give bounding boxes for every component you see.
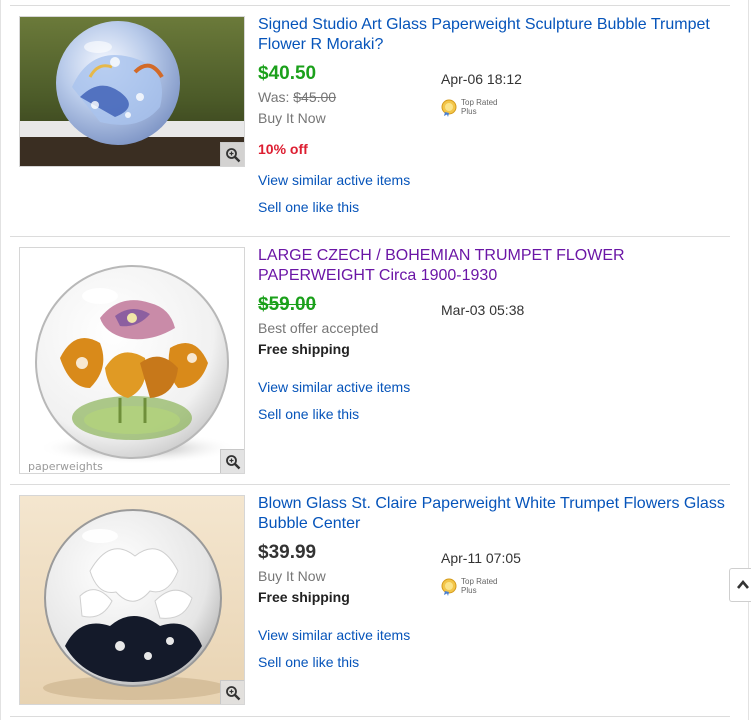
top-rated-seal-icon xyxy=(441,99,457,117)
top-rated-seal-icon xyxy=(441,578,457,596)
buying-format: Buy It Now xyxy=(258,568,326,584)
end-time: Apr-11 07:05 xyxy=(441,550,521,566)
sell-one-link[interactable]: Sell one like this xyxy=(258,653,359,671)
paperweight-photo xyxy=(20,496,244,704)
listing-item-3: Blown Glass St. Claire Paperweight White… xyxy=(0,484,740,720)
listing-title-link[interactable]: Signed Studio Art Glass Paperweight Scul… xyxy=(258,15,728,55)
was-label: Was: xyxy=(258,89,290,105)
listing-thumbnail[interactable]: paperweights xyxy=(19,247,245,474)
zoom-button[interactable] xyxy=(220,142,244,166)
view-similar-link[interactable]: View similar active items xyxy=(258,626,410,644)
shipping-info: Free shipping xyxy=(258,589,350,605)
page-right-border xyxy=(748,0,749,720)
zoom-button[interactable] xyxy=(220,680,244,704)
top-rated-badge: Top Rated Plus xyxy=(441,577,521,597)
chevron-up-icon xyxy=(737,579,749,589)
listing-item-1: Signed Studio Art Glass Paperweight Scul… xyxy=(0,0,740,236)
magnifier-icon xyxy=(226,686,241,701)
sell-one-link[interactable]: Sell one like this xyxy=(258,198,359,216)
separator xyxy=(10,716,730,717)
end-time: Mar-03 05:38 xyxy=(441,302,525,318)
discount-label: 10% off xyxy=(258,141,308,157)
sale-status: Best offer accepted xyxy=(258,320,379,336)
badge-text: Top Rated Plus xyxy=(461,98,498,116)
photo-watermark: paperweights xyxy=(28,460,103,473)
badge-text: Top Rated Plus xyxy=(461,577,498,595)
end-time: Apr-06 18:12 xyxy=(441,71,522,87)
was-price: $45.00 xyxy=(293,89,337,105)
buying-format: Buy It Now xyxy=(258,110,326,126)
magnifier-icon xyxy=(226,455,241,470)
listing-item-2: paperweights LARGE CZECH / BOHEMIAN TRUM… xyxy=(0,236,740,484)
listing-title-link[interactable]: Blown Glass St. Claire Paperweight White… xyxy=(258,494,728,534)
listing-price: $59.00 xyxy=(258,294,317,315)
magnifier-icon xyxy=(226,148,241,163)
shipping-info: Free shipping xyxy=(258,341,350,357)
scroll-to-top-button[interactable] xyxy=(729,568,751,602)
listing-price: $39.99 xyxy=(258,542,317,563)
zoom-button[interactable] xyxy=(220,449,244,473)
top-rated-badge: Top Rated Plus xyxy=(441,98,521,118)
view-similar-link[interactable]: View similar active items xyxy=(258,171,410,189)
view-similar-link[interactable]: View similar active items xyxy=(258,378,410,396)
paperweight-photo xyxy=(20,17,244,166)
was-price-line: Was: $45.00 xyxy=(258,88,336,106)
listing-thumbnail[interactable] xyxy=(19,16,245,167)
paperweight-photo: paperweights xyxy=(20,248,244,473)
sell-one-link[interactable]: Sell one like this xyxy=(258,405,359,423)
listing-price: $40.50 xyxy=(258,63,317,84)
listing-thumbnail[interactable] xyxy=(19,495,245,705)
listing-title-link[interactable]: LARGE CZECH / BOHEMIAN TRUMPET FLOWER PA… xyxy=(258,246,728,286)
